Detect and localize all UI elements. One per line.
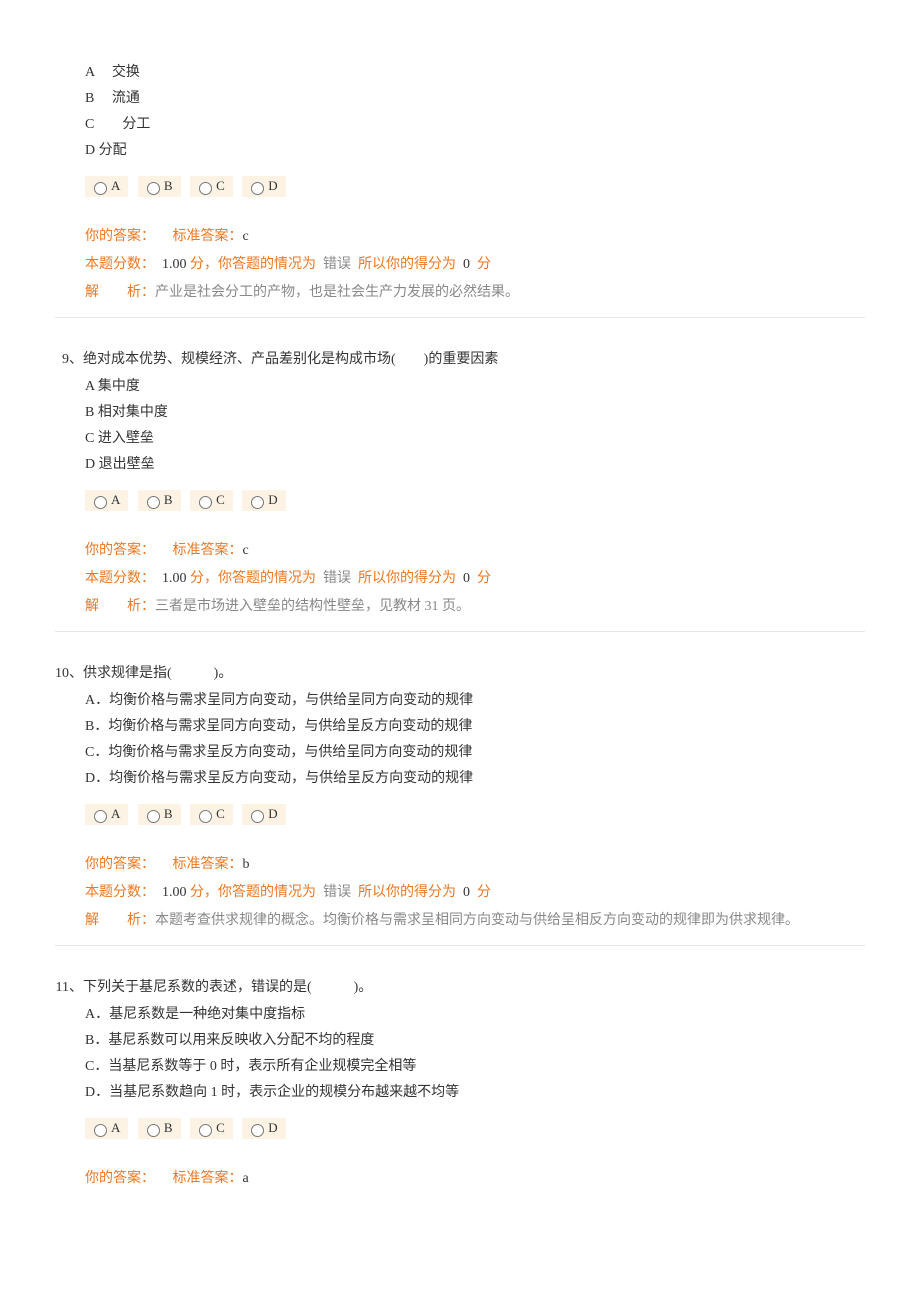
q9-analysis: 解 析：三者是市场进入壁垒的结构性壁垒，见教材 31 页。: [85, 595, 865, 619]
q9-option-c: C 进入壁垒: [85, 426, 865, 452]
q8-option-c: C 分工: [85, 112, 865, 138]
std-answer-label: 标准答案：: [173, 229, 243, 244]
q8-options: A 交换 B 流通 C 分工 D 分配: [85, 60, 865, 164]
radio-icon[interactable]: [94, 496, 107, 509]
q10-std-answer: b: [243, 857, 250, 872]
q8-score-line: 本题分数： 1.00 分，你答题的情况为 错误 所以你的得分为 0 分: [85, 253, 865, 277]
q11-options: A．基尼系数是一种绝对集中度指标 B．基尼系数可以用来反映收入分配不均的程度 C…: [85, 1002, 865, 1106]
q10-option-a: A．均衡价格与需求呈同方向变动，与供给呈同方向变动的规律: [85, 688, 865, 714]
q10-analysis: 解 析：本题考查供求规律的概念。均衡价格与需求呈相同方向变动与供给呈相反方向变动…: [85, 909, 865, 933]
q11-radio-d[interactable]: D: [242, 1118, 285, 1139]
q10-your-answer: 你的答案： 标准答案：b: [85, 853, 865, 877]
q9-radio-b[interactable]: B: [138, 490, 181, 511]
q9-radio-a[interactable]: A: [85, 490, 128, 511]
q9-number: 9、: [55, 348, 83, 368]
q11-your-answer: 你的答案： 标准答案：a: [85, 1167, 865, 1191]
q9-your-answer: 你的答案： 标准答案：c: [85, 539, 865, 563]
radio-icon[interactable]: [147, 496, 160, 509]
q10-stem: 10、供求规律是指( )。: [85, 662, 865, 682]
radio-icon[interactable]: [251, 496, 264, 509]
q11-option-a: A．基尼系数是一种绝对集中度指标: [85, 1002, 865, 1028]
radio-icon[interactable]: [199, 810, 212, 823]
q9-score-line: 本题分数： 1.00 分，你答题的情况为 错误 所以你的得分为 0 分: [85, 567, 865, 591]
q11-radio-b[interactable]: B: [138, 1118, 181, 1139]
q10-radio-b[interactable]: B: [138, 804, 181, 825]
q10-option-c: C．均衡价格与需求呈反方向变动，与供给呈同方向变动的规律: [85, 740, 865, 766]
q9-radio-c[interactable]: C: [190, 490, 233, 511]
q11-std-answer: a: [243, 1171, 249, 1186]
q10-options: A．均衡价格与需求呈同方向变动，与供给呈同方向变动的规律 B．均衡价格与需求呈同…: [85, 688, 865, 792]
q8-radio-c[interactable]: C: [190, 176, 233, 197]
radio-icon[interactable]: [147, 810, 160, 823]
q10-radio-c[interactable]: C: [190, 804, 233, 825]
radio-icon[interactable]: [94, 182, 107, 195]
q9-option-b: B 相对集中度: [85, 400, 865, 426]
radio-icon[interactable]: [147, 1124, 160, 1137]
radio-icon[interactable]: [199, 182, 212, 195]
radio-icon[interactable]: [147, 182, 160, 195]
q10-option-b: B．均衡价格与需求呈同方向变动，与供给呈反方向变动的规律: [85, 714, 865, 740]
divider: [55, 631, 865, 632]
q9-radio-row: A B C D: [85, 490, 865, 511]
q9-option-d: D 退出壁垒: [85, 452, 865, 478]
radio-icon[interactable]: [94, 810, 107, 823]
q11-option-c: C．当基尼系数等于 0 时，表示所有企业规模完全相等: [85, 1054, 865, 1080]
q8-radio-row: A B C D: [85, 176, 865, 197]
radio-icon[interactable]: [251, 182, 264, 195]
q10-option-d: D．均衡价格与需求呈反方向变动，与供给呈反方向变动的规律: [85, 766, 865, 792]
q11-radio-row: A B C D: [85, 1118, 865, 1139]
q8-std-answer: c: [243, 229, 249, 244]
q11-option-d: D．当基尼系数趋向 1 时，表示企业的规模分布越来越不均等: [85, 1080, 865, 1106]
q8-your-answer: 你的答案： 标准答案：c: [85, 225, 865, 249]
q8-option-d: D 分配: [85, 138, 865, 164]
radio-icon[interactable]: [94, 1124, 107, 1137]
q9-option-a: A 集中度: [85, 374, 865, 400]
q10-radio-d[interactable]: D: [242, 804, 285, 825]
q9-std-answer: c: [243, 543, 249, 558]
q10-number: 10、: [55, 662, 83, 682]
q8-radio-d[interactable]: D: [242, 176, 285, 197]
radio-icon[interactable]: [199, 496, 212, 509]
q10-radio-a[interactable]: A: [85, 804, 128, 825]
radio-icon[interactable]: [251, 1124, 264, 1137]
q8-option-a: A 交换: [85, 60, 865, 86]
radio-icon[interactable]: [199, 1124, 212, 1137]
q8-option-b: B 流通: [85, 86, 865, 112]
q9-stem: 9、绝对成本优势、规模经济、产品差别化是构成市场( )的重要因素: [85, 348, 865, 368]
divider: [55, 945, 865, 946]
radio-icon[interactable]: [251, 810, 264, 823]
q9-radio-d[interactable]: D: [242, 490, 285, 511]
q10-score-line: 本题分数： 1.00 分，你答题的情况为 错误 所以你的得分为 0 分: [85, 881, 865, 905]
q8-radio-a[interactable]: A: [85, 176, 128, 197]
q8-analysis: 解 析：产业是社会分工的产物，也是社会生产力发展的必然结果。: [85, 281, 865, 305]
q11-stem: 11、下列关于基尼系数的表述，错误的是( )。: [85, 976, 865, 996]
q9-options: A 集中度 B 相对集中度 C 进入壁垒 D 退出壁垒: [85, 374, 865, 478]
q11-radio-c[interactable]: C: [190, 1118, 233, 1139]
q11-number: 11、: [55, 976, 83, 996]
q8-radio-b[interactable]: B: [138, 176, 181, 197]
q10-radio-row: A B C D: [85, 804, 865, 825]
q11-radio-a[interactable]: A: [85, 1118, 128, 1139]
q11-option-b: B．基尼系数可以用来反映收入分配不均的程度: [85, 1028, 865, 1054]
your-answer-label: 你的答案：: [85, 229, 155, 244]
divider: [55, 317, 865, 318]
